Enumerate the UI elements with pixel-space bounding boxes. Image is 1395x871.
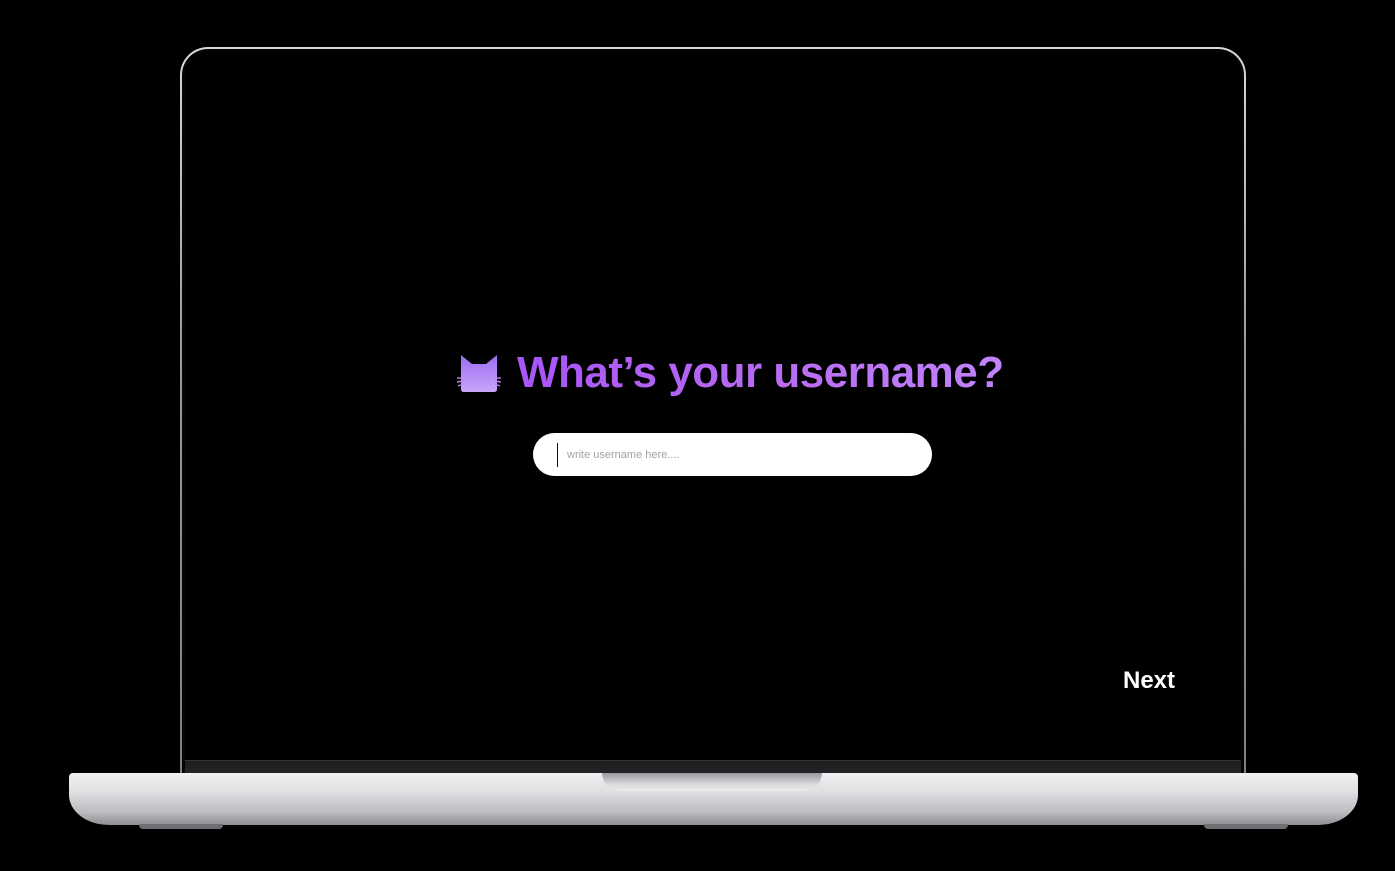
laptop-lid: What’s your username? Next — [180, 47, 1246, 787]
text-caret — [557, 443, 558, 467]
laptop-base — [69, 773, 1358, 829]
page-title: What’s your username? — [517, 348, 1004, 397]
laptop-bezel: What’s your username? Next — [182, 49, 1244, 787]
username-question: What’s your username? — [457, 348, 1004, 398]
next-button[interactable]: Next — [1123, 667, 1175, 695]
app-screen: What’s your username? Next — [185, 52, 1241, 787]
device-frame: What’s your username? Next — [0, 0, 1395, 871]
lid-opening-notch — [602, 773, 822, 791]
laptop-foot-right — [1204, 824, 1288, 829]
laptop-foot-left — [139, 824, 223, 829]
username-input[interactable] — [533, 433, 932, 476]
cat-face-icon — [457, 355, 501, 392]
